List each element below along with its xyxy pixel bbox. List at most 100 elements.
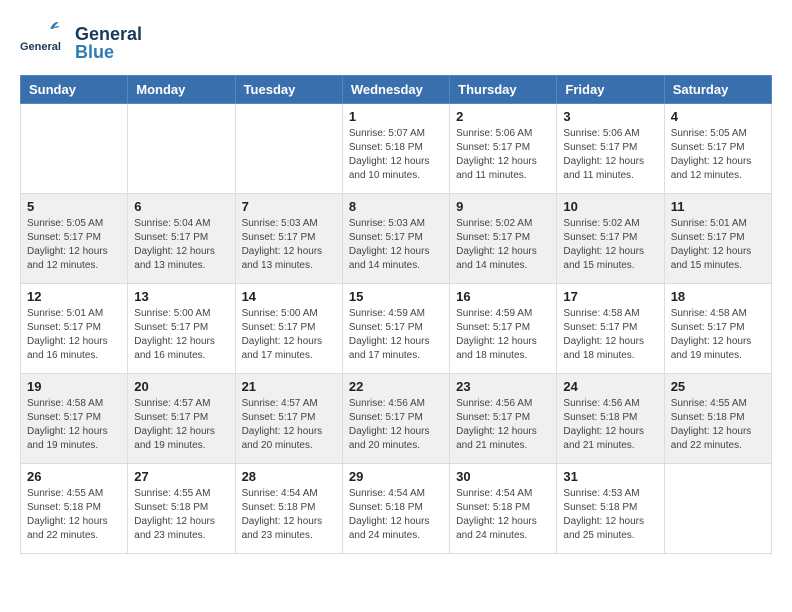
day-info: Sunrise: 5:04 AM Sunset: 5:17 PM Dayligh… <box>134 217 228 273</box>
calendar-cell: 26 Sunrise: 4:55 AM Sunset: 5:18 PM Dayli… <box>21 464 128 554</box>
day-info: Sunrise: 5:03 AM Sunset: 5:17 PM Dayligh… <box>349 217 443 273</box>
calendar-cell: 4Sunrise: 5:05 AM Sunset: 5:17 PM Daylig… <box>664 104 771 194</box>
day-number: 20 <box>134 379 228 394</box>
calendar-week-2: 5 Sunrise: 5:05 AM Sunset: 5:17 PM Daylig… <box>21 194 772 284</box>
calendar-cell: 14 Sunrise: 5:00 AM Sunset: 5:17 PM Dayli… <box>235 284 342 374</box>
calendar-cell: 22 Sunrise: 4:56 AM Sunset: 5:17 PM Dayli… <box>342 374 449 464</box>
day-info: Sunrise: 4:59 AM Sunset: 5:17 PM Dayligh… <box>349 307 443 363</box>
calendar-cell: 17 Sunrise: 4:58 AM Sunset: 5:17 PM Dayli… <box>557 284 664 374</box>
day-number: 8 <box>349 199 443 214</box>
day-number: 21 <box>242 379 336 394</box>
weekday-header-saturday: Saturday <box>664 76 771 104</box>
weekday-header-thursday: Thursday <box>450 76 557 104</box>
calendar-cell: 13Sunrise: 5:00 AM Sunset: 5:17 PM Dayli… <box>128 284 235 374</box>
calendar-cell: 6Sunrise: 5:04 AM Sunset: 5:17 PM Daylig… <box>128 194 235 284</box>
calendar-cell: 19Sunrise: 4:58 AM Sunset: 5:17 PM Dayli… <box>21 374 128 464</box>
day-number: 3 <box>563 109 657 124</box>
page-header: General General Blue <box>20 20 772 65</box>
logo: General General Blue <box>20 20 142 65</box>
day-number: 30 <box>456 469 550 484</box>
calendar-cell <box>128 104 235 194</box>
day-number: 23 <box>456 379 550 394</box>
day-info: Sunrise: 5:03 AM Sunset: 5:17 PM Dayligh… <box>242 217 336 273</box>
calendar-cell: 16Sunrise: 4:59 AM Sunset: 5:17 PM Dayli… <box>450 284 557 374</box>
day-info: Sunrise: 4:55 AM Sunset: 5:18 PM Dayligh… <box>27 487 121 543</box>
calendar-cell: 24 Sunrise: 4:56 AM Sunset: 5:18 PM Dayli… <box>557 374 664 464</box>
day-number: 31 <box>563 469 657 484</box>
day-number: 19 <box>27 379 121 394</box>
calendar-cell: 23 Sunrise: 4:56 AM Sunset: 5:17 PM Dayli… <box>450 374 557 464</box>
day-number: 10 <box>563 199 657 214</box>
calendar-cell: 10 Sunrise: 5:02 AM Sunset: 5:17 PM Dayli… <box>557 194 664 284</box>
day-info: Sunrise: 4:56 AM Sunset: 5:18 PM Dayligh… <box>563 397 657 453</box>
calendar-week-4: 19Sunrise: 4:58 AM Sunset: 5:17 PM Dayli… <box>21 374 772 464</box>
calendar-week-5: 26 Sunrise: 4:55 AM Sunset: 5:18 PM Dayli… <box>21 464 772 554</box>
day-number: 22 <box>349 379 443 394</box>
weekday-header-wednesday: Wednesday <box>342 76 449 104</box>
day-info: Sunrise: 5:06 AM Sunset: 5:17 PM Dayligh… <box>456 127 550 183</box>
calendar-cell <box>235 104 342 194</box>
day-number: 11 <box>671 199 765 214</box>
day-info: Sunrise: 4:54 AM Sunset: 5:18 PM Dayligh… <box>456 487 550 543</box>
calendar-cell: 18 Sunrise: 4:58 AM Sunset: 5:17 PM Dayli… <box>664 284 771 374</box>
day-info: Sunrise: 5:01 AM Sunset: 5:17 PM Dayligh… <box>27 307 121 363</box>
calendar-cell: 1 Sunrise: 5:07 AM Sunset: 5:18 PM Daylig… <box>342 104 449 194</box>
weekday-header-friday: Friday <box>557 76 664 104</box>
calendar-table: SundayMondayTuesdayWednesdayThursdayFrid… <box>20 75 772 554</box>
day-info: Sunrise: 5:00 AM Sunset: 5:17 PM Dayligh… <box>242 307 336 363</box>
weekday-header-monday: Monday <box>128 76 235 104</box>
day-info: Sunrise: 5:01 AM Sunset: 5:17 PM Dayligh… <box>671 217 765 273</box>
calendar-week-3: 12 Sunrise: 5:01 AM Sunset: 5:17 PM Dayli… <box>21 284 772 374</box>
day-number: 29 <box>349 469 443 484</box>
calendar-cell: 15 Sunrise: 4:59 AM Sunset: 5:17 PM Dayli… <box>342 284 449 374</box>
day-number: 1 <box>349 109 443 124</box>
calendar-cell <box>664 464 771 554</box>
calendar-cell: 31 Sunrise: 4:53 AM Sunset: 5:18 PM Dayli… <box>557 464 664 554</box>
day-info: Sunrise: 4:55 AM Sunset: 5:18 PM Dayligh… <box>671 397 765 453</box>
calendar-cell: 12 Sunrise: 5:01 AM Sunset: 5:17 PM Dayli… <box>21 284 128 374</box>
day-info: Sunrise: 4:58 AM Sunset: 5:17 PM Dayligh… <box>563 307 657 363</box>
calendar-cell: 25 Sunrise: 4:55 AM Sunset: 5:18 PM Dayli… <box>664 374 771 464</box>
day-number: 13 <box>134 289 228 304</box>
weekday-header-sunday: Sunday <box>21 76 128 104</box>
day-info: Sunrise: 5:02 AM Sunset: 5:17 PM Dayligh… <box>456 217 550 273</box>
day-number: 17 <box>563 289 657 304</box>
day-number: 14 <box>242 289 336 304</box>
day-info: Sunrise: 4:54 AM Sunset: 5:18 PM Dayligh… <box>242 487 336 543</box>
logo-general: General <box>75 25 142 43</box>
day-number: 28 <box>242 469 336 484</box>
calendar-cell: 30 Sunrise: 4:54 AM Sunset: 5:18 PM Dayli… <box>450 464 557 554</box>
day-number: 7 <box>242 199 336 214</box>
calendar-cell: 20 Sunrise: 4:57 AM Sunset: 5:17 PM Dayli… <box>128 374 235 464</box>
day-number: 5 <box>27 199 121 214</box>
day-info: Sunrise: 4:57 AM Sunset: 5:17 PM Dayligh… <box>242 397 336 453</box>
calendar-cell: 3Sunrise: 5:06 AM Sunset: 5:17 PM Daylig… <box>557 104 664 194</box>
day-number: 25 <box>671 379 765 394</box>
day-info: Sunrise: 4:54 AM Sunset: 5:18 PM Dayligh… <box>349 487 443 543</box>
day-info: Sunrise: 4:56 AM Sunset: 5:17 PM Dayligh… <box>456 397 550 453</box>
day-info: Sunrise: 4:58 AM Sunset: 5:17 PM Dayligh… <box>671 307 765 363</box>
weekday-header-tuesday: Tuesday <box>235 76 342 104</box>
calendar-cell: 9 Sunrise: 5:02 AM Sunset: 5:17 PM Daylig… <box>450 194 557 284</box>
day-number: 18 <box>671 289 765 304</box>
day-number: 9 <box>456 199 550 214</box>
day-info: Sunrise: 4:53 AM Sunset: 5:18 PM Dayligh… <box>563 487 657 543</box>
day-number: 4 <box>671 109 765 124</box>
day-number: 24 <box>563 379 657 394</box>
day-number: 26 <box>27 469 121 484</box>
calendar-cell: 28 Sunrise: 4:54 AM Sunset: 5:18 PM Dayli… <box>235 464 342 554</box>
calendar-cell: 27Sunrise: 4:55 AM Sunset: 5:18 PM Dayli… <box>128 464 235 554</box>
calendar-cell <box>21 104 128 194</box>
day-info: Sunrise: 4:56 AM Sunset: 5:17 PM Dayligh… <box>349 397 443 453</box>
day-number: 12 <box>27 289 121 304</box>
calendar-cell: 7 Sunrise: 5:03 AM Sunset: 5:17 PM Daylig… <box>235 194 342 284</box>
day-number: 15 <box>349 289 443 304</box>
calendar-header-row: SundayMondayTuesdayWednesdayThursdayFrid… <box>21 76 772 104</box>
calendar-cell: 11 Sunrise: 5:01 AM Sunset: 5:17 PM Dayli… <box>664 194 771 284</box>
day-info: Sunrise: 5:02 AM Sunset: 5:17 PM Dayligh… <box>563 217 657 273</box>
day-info: Sunrise: 4:57 AM Sunset: 5:17 PM Dayligh… <box>134 397 228 453</box>
day-info: Sunrise: 4:55 AM Sunset: 5:18 PM Dayligh… <box>134 487 228 543</box>
day-info: Sunrise: 5:05 AM Sunset: 5:17 PM Dayligh… <box>27 217 121 273</box>
calendar-cell: 8 Sunrise: 5:03 AM Sunset: 5:17 PM Daylig… <box>342 194 449 284</box>
day-info: Sunrise: 5:07 AM Sunset: 5:18 PM Dayligh… <box>349 127 443 183</box>
